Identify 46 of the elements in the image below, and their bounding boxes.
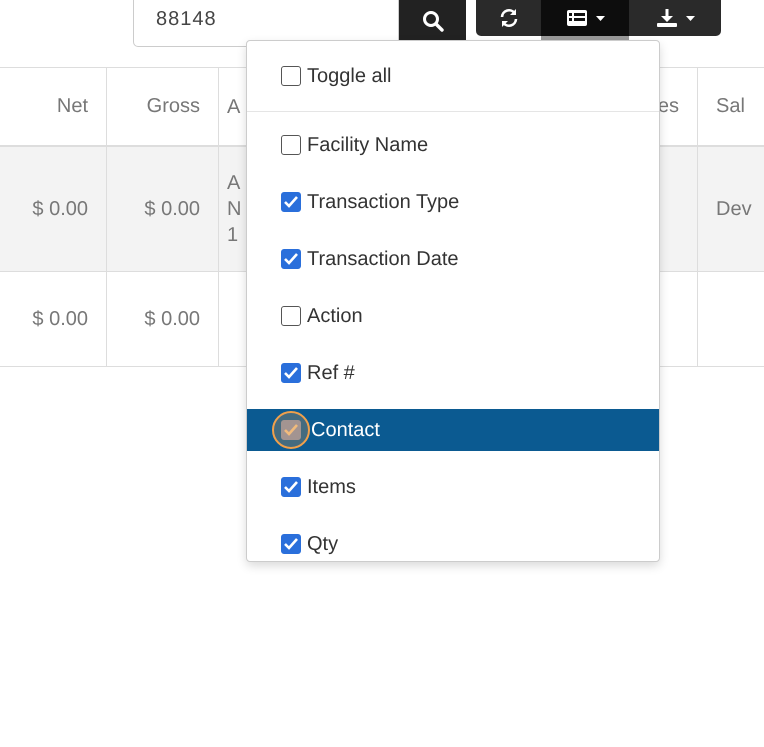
checkbox[interactable] <box>281 306 301 326</box>
checkbox[interactable] <box>281 363 301 383</box>
refresh-button[interactable] <box>476 0 541 36</box>
menu-label: Transaction Type <box>307 190 460 214</box>
menu-label: Contact <box>311 418 380 442</box>
search-button[interactable] <box>399 0 466 41</box>
checkbox[interactable] <box>281 420 301 440</box>
download-icon <box>656 8 678 28</box>
menu-label: Qty <box>307 532 338 556</box>
menu-item[interactable]: Qty <box>247 523 659 561</box>
menu-item[interactable]: Transaction Type <box>247 181 659 223</box>
refresh-icon <box>498 8 518 28</box>
menu-label: Items <box>307 476 356 498</box>
checkbox[interactable] <box>281 135 301 155</box>
checkbox[interactable] <box>281 249 301 269</box>
checkbox[interactable] <box>281 66 301 86</box>
menu-item[interactable]: Facility Name <box>247 124 659 166</box>
menu-item[interactable]: Ref # <box>247 352 659 394</box>
menu-label: Facility Name <box>307 134 428 156</box>
menu-item[interactable]: Transaction Date <box>247 238 659 280</box>
search-icon <box>422 10 444 32</box>
table-cell: Dev <box>716 198 752 220</box>
menu-label: Transaction Date <box>307 248 459 270</box>
table-cell: $ 0.00 <box>32 308 88 330</box>
menu-label: Action <box>307 304 363 328</box>
menu-item[interactable]: Action <box>247 295 659 337</box>
checkbox[interactable] <box>281 192 301 212</box>
column-header[interactable]: Net <box>56 95 88 118</box>
column-header[interactable]: Gross <box>146 95 200 118</box>
menu-label: Toggle all <box>307 64 392 88</box>
column-header[interactable]: Sal <box>716 95 745 118</box>
menu-label: Ref # <box>307 362 355 384</box>
menu-item[interactable]: Toggle all <box>247 55 659 97</box>
list-icon <box>566 9 588 27</box>
table-cell: $ 0.00 <box>144 308 200 330</box>
checkbox[interactable] <box>281 477 301 497</box>
columns-button[interactable] <box>541 0 629 36</box>
menu-item[interactable]: Contact <box>247 409 659 451</box>
click-indicator <box>272 411 310 449</box>
table-cell-text: A N 1 <box>227 171 239 248</box>
download-button[interactable] <box>629 0 721 36</box>
table-cell: $ 0.00 <box>144 198 200 220</box>
column-header[interactable]: A <box>227 94 240 120</box>
table-cell: $ 0.00 <box>32 198 88 220</box>
checkbox[interactable] <box>281 534 301 554</box>
menu-item[interactable]: Items <box>247 466 659 508</box>
